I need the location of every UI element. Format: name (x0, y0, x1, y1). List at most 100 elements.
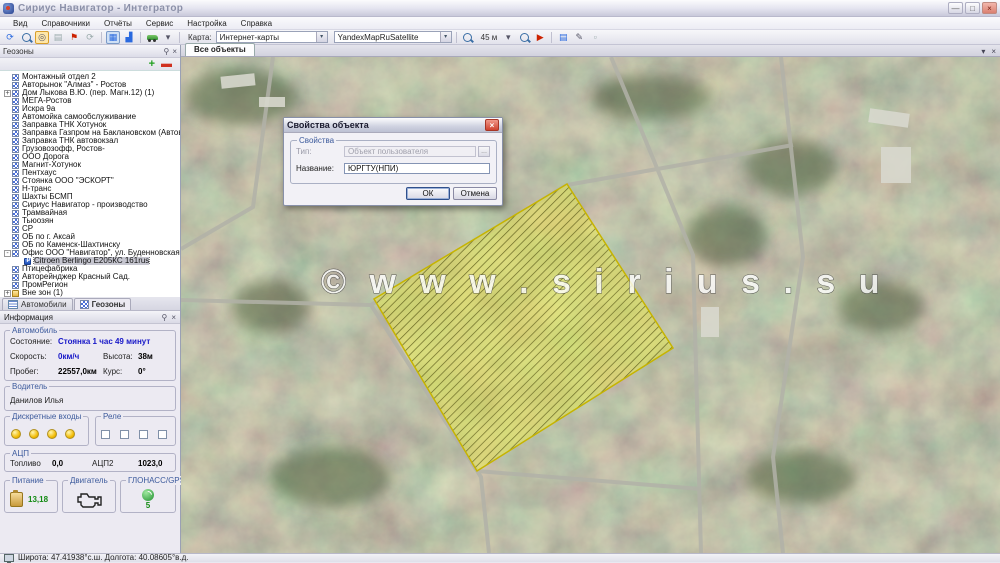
expander-icon[interactable] (4, 226, 11, 233)
dialog-close-icon[interactable]: × (485, 119, 499, 131)
menu-item[interactable]: Справка (234, 17, 279, 30)
cancel-button[interactable]: Отмена (453, 187, 497, 200)
tree-item[interactable]: Авторейнджер Красный Сад. (0, 273, 180, 281)
tree-item[interactable]: Монтажный отдел 2 (0, 73, 180, 81)
name-field[interactable]: ЮРГТУ(НПИ) (344, 163, 490, 174)
tree-item[interactable]: Магнит-Хотунок (0, 161, 180, 169)
add-geozone-button[interactable]: + (149, 59, 155, 69)
refresh-disabled-icon[interactable]: ⟳ (83, 31, 97, 44)
relay-checkbox[interactable] (139, 430, 148, 439)
tree-item[interactable]: + Дом Лыкова В.Ю. (пер. Магн.12) (1) (0, 89, 180, 97)
scale-value[interactable]: 45 м (481, 33, 498, 42)
pin-icon[interactable]: ⚲ (163, 47, 169, 56)
tree-item[interactable]: ОБ по Каменск-Шахтинску (0, 241, 180, 249)
expander-icon[interactable] (4, 274, 11, 281)
expander-icon[interactable] (4, 146, 11, 153)
expander-icon[interactable] (4, 234, 11, 241)
expander-icon[interactable] (4, 178, 11, 185)
tab-all-objects[interactable]: Все объекты (185, 43, 255, 56)
expander-icon[interactable] (4, 194, 11, 201)
menu-item[interactable]: Вид (6, 17, 34, 30)
tree-item[interactable]: Искра 9а (0, 105, 180, 113)
tree-item[interactable]: + Вне зон (1) (0, 289, 180, 297)
relay-checkbox[interactable] (158, 430, 167, 439)
expander-icon[interactable] (4, 170, 11, 177)
tree-item[interactable]: Автомойка самообслуживание (0, 113, 180, 121)
tab-vehicles[interactable]: Автомобили (2, 298, 73, 310)
car-dropdown-icon[interactable]: ▾ (161, 31, 175, 44)
expander-icon[interactable] (4, 202, 11, 209)
expander-icon[interactable] (4, 74, 11, 81)
flag-icon[interactable]: ⚑ (67, 31, 81, 44)
ok-button[interactable]: ОК (406, 187, 450, 200)
close-icon[interactable]: × (171, 313, 176, 322)
expander-icon[interactable] (4, 138, 11, 145)
expander-icon[interactable] (4, 242, 11, 249)
car-icon[interactable] (145, 31, 159, 44)
minimize-button[interactable]: — (948, 2, 963, 14)
track-icon[interactable]: ▤ (51, 31, 65, 44)
menu-item[interactable]: Настройка (180, 17, 233, 30)
scale-dropdown-icon[interactable]: ▾ (501, 31, 515, 44)
search-icon[interactable] (19, 31, 33, 44)
select-mode-icon[interactable]: ◎ (35, 31, 49, 44)
expander-icon[interactable] (4, 218, 11, 225)
expander-icon[interactable] (4, 210, 11, 217)
blank-icon[interactable]: ▫ (588, 31, 602, 44)
chevron-down-icon[interactable]: ▾ (316, 32, 327, 42)
tree-item[interactable]: ООО Дорога (0, 153, 180, 161)
tree-item[interactable]: - Офис ООО "Навигатор", ул. Буденновская… (0, 249, 180, 257)
maximize-button[interactable]: □ (965, 2, 980, 14)
tree-item[interactable]: Заправка Газпром на Баклановском (Автово… (0, 129, 180, 137)
refresh-icon[interactable]: ⟳ (3, 31, 17, 44)
tree-item[interactable]: Птицефабрика (0, 265, 180, 273)
expander-icon[interactable] (4, 186, 11, 193)
close-icon[interactable]: × (172, 47, 177, 56)
tree-item[interactable]: Авторынок "Алмаз" - Ростов (0, 81, 180, 89)
expander-icon[interactable] (4, 114, 11, 121)
tab-geozones[interactable]: Геозоны (74, 298, 132, 310)
zoom-out-icon[interactable] (461, 31, 475, 44)
tree-item[interactable]: Пентхаус (0, 169, 180, 177)
tree-item[interactable]: СР (0, 225, 180, 233)
list-icon[interactable]: ▤ (556, 31, 570, 44)
tree-item[interactable]: Заправка ТНК автовокзал (0, 137, 180, 145)
map-layer-select[interactable]: YandexMapRuSatellite ▾ (334, 31, 452, 43)
expander-icon[interactable] (4, 162, 11, 169)
chart-icon[interactable]: ▟ (122, 31, 136, 44)
expander-icon[interactable] (4, 154, 11, 161)
tree-item[interactable]: Грузовозофф, Ростов- (0, 145, 180, 153)
close-button[interactable]: × (982, 2, 997, 14)
tree-item[interactable]: ПромРегион (0, 281, 180, 289)
expander-icon[interactable] (4, 282, 11, 289)
menu-item[interactable]: Сервис (139, 17, 180, 30)
chevron-down-icon[interactable]: ▾ (440, 32, 451, 42)
follow-icon[interactable]: ▶ (533, 31, 547, 44)
expander-icon[interactable] (4, 82, 11, 89)
tree-item[interactable]: Тьюозян (0, 217, 180, 225)
dialog-title-bar[interactable]: Свойства объекта × (284, 118, 502, 133)
expander-icon[interactable] (4, 122, 11, 129)
relay-checkbox[interactable] (120, 430, 129, 439)
tree-item[interactable]: МЕГА-Ростов (0, 97, 180, 105)
zoom-in-icon[interactable] (517, 31, 531, 44)
tree-item[interactable]: Citroen Berlingo Е205КС 161rus (0, 257, 180, 265)
chevron-down-icon[interactable]: ▾ (981, 47, 985, 56)
edit-icon[interactable]: ✎ (572, 31, 586, 44)
expander-icon[interactable] (4, 130, 11, 137)
delete-geozone-button[interactable]: ▬ (161, 59, 172, 69)
close-icon[interactable]: × (991, 47, 996, 56)
tree-item[interactable]: Н-транс (0, 185, 180, 193)
browse-button[interactable]: ... (478, 146, 490, 157)
tree-item[interactable]: ОБ по г. Аксай (0, 233, 180, 241)
tree-item[interactable]: Шахты БСМП (0, 193, 180, 201)
expander-icon[interactable] (4, 106, 11, 113)
tree-item[interactable]: Стоянка ООО "ЭСКОРТ" (0, 177, 180, 185)
expander-icon[interactable]: - (4, 250, 11, 257)
expander-icon[interactable]: + (4, 290, 11, 297)
tree-item[interactable]: Трамвайная (0, 209, 180, 217)
menu-item[interactable]: Справочники (34, 17, 96, 30)
expander-icon[interactable]: + (4, 90, 11, 97)
menu-item[interactable]: Отчёты (97, 17, 139, 30)
relay-checkbox[interactable] (101, 430, 110, 439)
